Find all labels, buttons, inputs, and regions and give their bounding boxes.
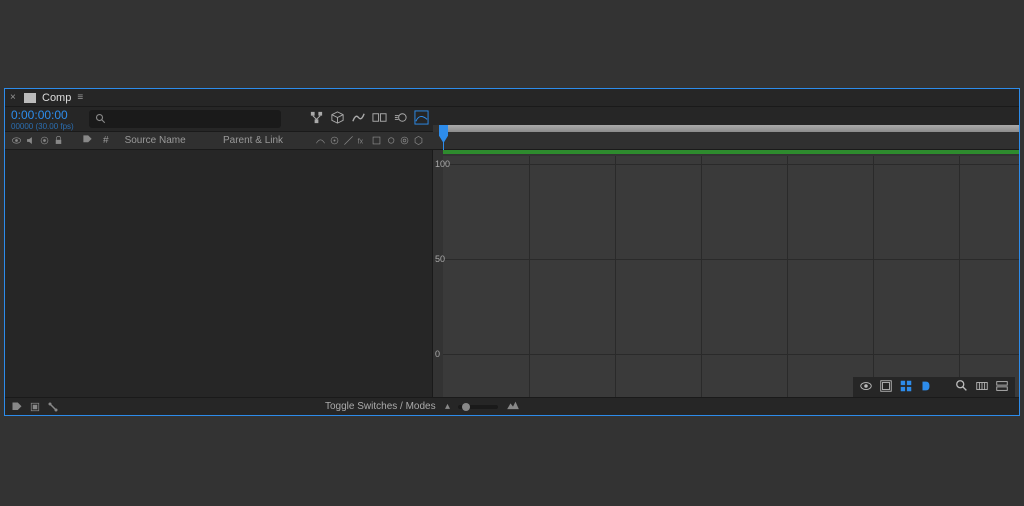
shy-switch-icon[interactable]: [315, 135, 326, 146]
lock-icon[interactable]: [53, 135, 64, 146]
timeline-panel: × Comp ≡ 0:00:00:00 00000 (30.00 fps) 0: [4, 88, 1020, 416]
speaker-icon[interactable]: [25, 135, 36, 146]
solo-icon[interactable]: [39, 135, 50, 146]
eye-icon[interactable]: [11, 135, 22, 146]
show-transform-box-icon[interactable]: [859, 379, 873, 396]
work-area-bar[interactable]: [443, 150, 1019, 154]
composition-icon: [24, 93, 36, 103]
parent-link-column[interactable]: Parent & Link: [223, 135, 283, 146]
av-features-icons: [5, 135, 64, 146]
shy-layers-icon[interactable]: [351, 110, 366, 128]
comp-mini-flowchart-icon[interactable]: [309, 110, 324, 128]
index-column[interactable]: #: [103, 135, 109, 146]
motion-blur-icon[interactable]: [393, 110, 408, 128]
collapse-switch-icon[interactable]: [329, 135, 340, 146]
fit-selection-icon[interactable]: [975, 379, 989, 396]
draft-3d-icon[interactable]: [330, 110, 345, 128]
search-input[interactable]: [89, 110, 281, 128]
y-axis-label: 0: [435, 349, 440, 359]
search-icon: [95, 113, 107, 125]
3d-switch-icon[interactable]: [413, 135, 424, 146]
y-axis-label: 50: [435, 254, 445, 264]
timeline-toolbar: 0:00:00:00 00000 (30.00 fps) 05f 10f 15: [5, 107, 1019, 132]
close-tab-icon[interactable]: ×: [10, 94, 18, 102]
tab-title[interactable]: Comp: [42, 92, 71, 104]
timeline-zoom: ▴: [445, 400, 520, 413]
quality-switch-icon[interactable]: [343, 135, 354, 146]
bones-icon[interactable]: [47, 401, 59, 413]
zoom-out-icon[interactable]: ▴: [445, 401, 450, 412]
motion-blur-switch-icon[interactable]: [385, 135, 396, 146]
frame-blend-switch-icon[interactable]: [371, 135, 382, 146]
fx-switch-icon[interactable]: fx: [357, 135, 368, 146]
layer-list[interactable]: [5, 150, 433, 397]
separate-dimensions-icon[interactable]: [995, 379, 1009, 396]
snap-icon[interactable]: [899, 379, 913, 396]
graph-editor-toolbar: [853, 377, 1015, 397]
zoom-thumb[interactable]: [462, 403, 470, 411]
frame-blend-icon[interactable]: [372, 110, 387, 128]
frame-info: 00000 (30.00 fps): [11, 122, 85, 131]
column-header: # Source Name Parent & Link fx: [5, 132, 1019, 150]
render-queue-icon[interactable]: [29, 401, 41, 413]
panel-footer: Toggle Switches / Modes ▴: [5, 397, 1019, 415]
zoom-in-icon[interactable]: [506, 400, 520, 413]
footer-left-icons: [5, 401, 59, 413]
timecode-block: 0:00:00:00 00000 (30.00 fps): [5, 108, 85, 131]
current-timecode[interactable]: 0:00:00:00: [11, 108, 85, 122]
toggle-switches-modes[interactable]: Toggle Switches / Modes: [325, 401, 436, 412]
y-axis-label: 100: [435, 159, 450, 169]
panel-tab-bar: × Comp ≡: [5, 89, 1019, 107]
choose-graph-type-icon[interactable]: [879, 379, 893, 396]
zoom-slider[interactable]: [458, 405, 498, 409]
timeline-body: 100 50 0: [5, 150, 1019, 397]
adjustment-switch-icon[interactable]: [399, 135, 410, 146]
auto-zoom-icon[interactable]: [919, 379, 933, 396]
source-name-column[interactable]: Source Name: [125, 135, 186, 146]
svg-text:fx: fx: [358, 138, 364, 145]
toolbar-buttons: [309, 110, 429, 128]
tag-icon[interactable]: [11, 401, 23, 413]
fit-all-icon[interactable]: [955, 379, 969, 396]
switches-icons: fx: [315, 135, 424, 146]
graph-editor-area[interactable]: 100 50 0: [433, 150, 1019, 397]
label-column-icon[interactable]: [82, 134, 93, 148]
graph-editor-icon[interactable]: [414, 110, 429, 128]
panel-menu-icon[interactable]: ≡: [77, 92, 84, 103]
graph-grid[interactable]: 100 50 0: [443, 156, 1019, 397]
